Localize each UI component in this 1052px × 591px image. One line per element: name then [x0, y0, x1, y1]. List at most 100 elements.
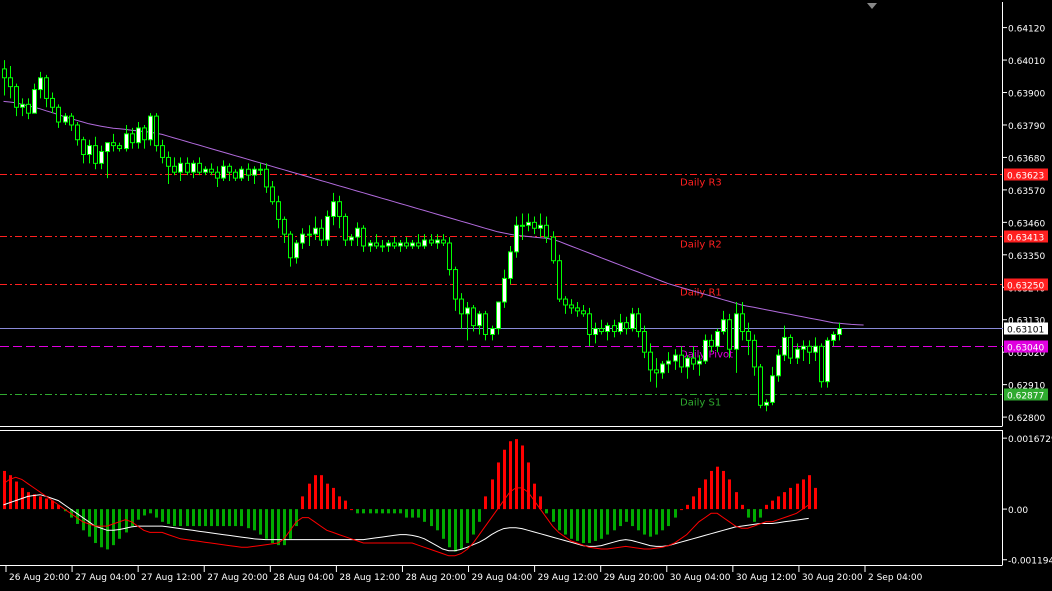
oscillator-bar — [3, 470, 6, 510]
candle-body — [837, 328, 842, 335]
time-tick-label: 28 Aug 12:00 — [339, 573, 400, 583]
candle-body — [727, 319, 732, 350]
candle-body — [50, 97, 55, 108]
candle-body — [490, 328, 495, 335]
oscillator-bar — [722, 470, 725, 510]
candle-body — [532, 221, 537, 229]
oscillator-bar — [259, 509, 262, 535]
candle-body — [416, 242, 421, 247]
candle-body — [465, 307, 470, 315]
oscillator-bar — [45, 498, 48, 510]
candle-body — [801, 345, 806, 350]
candle-body — [654, 369, 659, 374]
candle-body — [788, 336, 793, 359]
oscillator-bar — [765, 504, 768, 510]
candle-body — [685, 357, 690, 368]
oscillator-bar — [82, 509, 85, 531]
oscillator-bar — [606, 509, 609, 535]
candle-body — [380, 245, 385, 248]
oscillator-bar — [631, 509, 634, 527]
price-tick-label: 0.63680 — [1008, 154, 1045, 164]
chart-window[interactable]: Daily R3 Daily R2 Daily R1 Daily Pivot Daily… — [0, 0, 1052, 587]
candle-body — [69, 115, 74, 126]
oscillator-bar — [728, 479, 731, 510]
oscillator-bar — [527, 462, 530, 510]
time-tick-label: 28 Aug 20:00 — [405, 573, 466, 583]
candle-body — [93, 145, 98, 164]
time-tick-label: 29 Aug 20:00 — [604, 573, 665, 583]
oscillator-bar — [686, 504, 689, 510]
candle-body — [337, 201, 342, 217]
candle-body — [630, 313, 635, 330]
candle-body — [447, 242, 452, 271]
candle-body — [581, 310, 586, 315]
level-name-label: Daily R3 — [680, 178, 722, 189]
oscillator-bar — [155, 509, 158, 518]
candle-body — [477, 313, 482, 327]
candle-body — [178, 162, 183, 173]
oscillator-tick-label: 0.0016729 — [1008, 435, 1052, 445]
candle-body — [87, 145, 92, 155]
candle-body — [160, 145, 165, 158]
candle-body — [8, 77, 13, 88]
oscillator-bar — [588, 509, 591, 544]
oscillator-bar — [576, 509, 579, 541]
candle-body — [557, 260, 562, 300]
time-tick-label: 28 Aug 04:00 — [273, 573, 334, 583]
candle-body — [294, 242, 299, 259]
candle-body — [276, 201, 281, 220]
candle-body — [386, 242, 391, 247]
oscillator-bar — [210, 509, 213, 527]
oscillator-bar — [777, 496, 780, 510]
oscillator-bar — [674, 509, 677, 518]
candle-body — [441, 239, 446, 244]
oscillator-bar — [747, 509, 750, 518]
candle-body — [679, 354, 684, 368]
oscillator-bar — [783, 492, 786, 510]
oscillator-bar — [692, 496, 695, 510]
oscillator-bar — [186, 509, 189, 527]
level-price-text: 0.62877 — [1007, 392, 1044, 402]
oscillator-bar — [478, 509, 481, 522]
oscillator-bar — [655, 509, 658, 535]
candle-body — [575, 307, 580, 312]
oscillator-bar — [802, 479, 805, 510]
candle-body — [307, 233, 312, 236]
candle-body — [264, 168, 269, 188]
oscillator-bar — [308, 483, 311, 510]
candle-body — [721, 319, 726, 333]
price-chart-svg[interactable]: Daily R3Daily R2Daily R1Daily PivotDaily… — [0, 0, 1052, 587]
candle-body — [483, 313, 488, 335]
time-tick-label: 30 Aug 12:00 — [736, 573, 797, 583]
candle-body — [459, 298, 464, 315]
candle-body — [410, 242, 415, 247]
candle-body — [526, 221, 531, 226]
time-tick-label: 27 Aug 12:00 — [141, 573, 202, 583]
candle-body — [221, 165, 226, 179]
oscillator-bar — [265, 509, 268, 539]
oscillator-bar — [344, 500, 347, 510]
candle-body — [618, 322, 623, 333]
oscillator-bar — [515, 439, 518, 510]
candle-body — [758, 366, 763, 406]
price-tick-label: 0.63460 — [1008, 219, 1045, 229]
oscillator-bar — [466, 509, 469, 544]
candle-body — [111, 142, 116, 147]
candle-body — [825, 339, 830, 383]
oscillator-bar — [759, 509, 762, 518]
oscillator-bar — [362, 509, 365, 514]
oscillator-bar — [143, 509, 146, 516]
candle-body — [703, 339, 708, 362]
candle-body — [14, 86, 19, 108]
oscillator-bar — [436, 509, 439, 531]
candle-body — [117, 145, 122, 150]
oscillator-bar — [460, 509, 463, 550]
oscillator-bar — [509, 441, 512, 510]
candle-body — [746, 331, 751, 341]
oscillator-bar — [198, 509, 201, 527]
oscillator-bar — [771, 500, 774, 510]
oscillator-bar — [399, 509, 402, 514]
candle-body — [166, 156, 171, 167]
candle-body — [563, 298, 568, 306]
oscillator-bar — [137, 509, 140, 520]
